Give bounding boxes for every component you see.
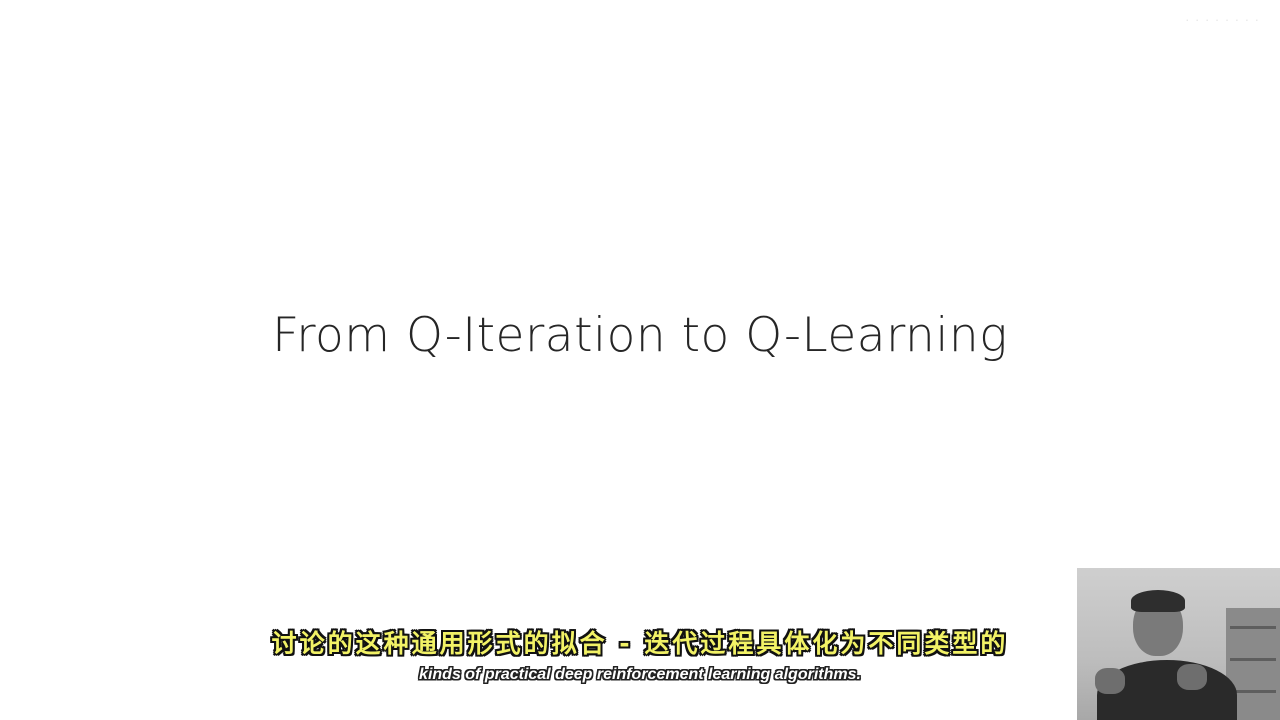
presenter-hand-left [1095,668,1125,694]
presenter-webcam-video [1077,568,1280,720]
shelf-board [1230,658,1276,661]
watermark: · · · · · · · · [1185,12,1260,27]
presenter-hair [1131,590,1185,612]
slide-title: From Q-Iteration to Q-Learning [272,308,1008,363]
presenter-hand-right [1177,664,1207,690]
shelf-board [1230,626,1276,629]
